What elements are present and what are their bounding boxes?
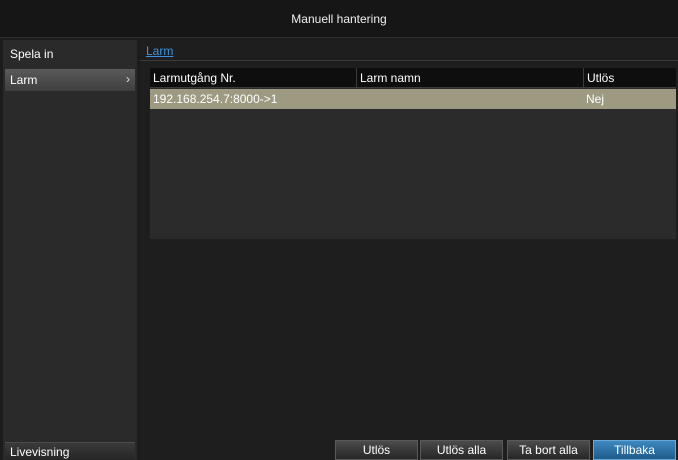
cell-output-no: 192.168.254.7:8000->1 — [153, 92, 278, 106]
main-panel: Larm Larmutgång Nr. Larm namn Utlös 192.… — [140, 40, 678, 460]
cell-trigger: Nej — [586, 92, 605, 106]
window-title: Manuell hantering — [0, 0, 678, 38]
sidebar-item-label: Larm — [10, 73, 38, 87]
table-row[interactable]: 192.168.254.7:8000->1 Nej — [150, 89, 676, 109]
column-header-alarm-name[interactable]: Larm namn — [356, 68, 583, 88]
sidebar-item-record[interactable]: Spela in — [5, 43, 135, 65]
clear-all-button[interactable]: Ta bort alla — [507, 440, 590, 460]
divider — [140, 60, 678, 61]
alarm-output-table: Larmutgång Nr. Larm namn Utlös 192.168.2… — [150, 68, 676, 239]
cell-alarm-name — [356, 89, 583, 109]
chevron-right-icon: › — [126, 72, 130, 86]
table-header: Larmutgång Nr. Larm namn Utlös — [150, 68, 676, 88]
live-view-button[interactable]: Livevisning — [5, 442, 135, 460]
trigger-all-button[interactable]: Utlös alla — [420, 440, 503, 460]
sidebar-item-label: Spela in — [10, 47, 54, 61]
sidebar: Spela in Larm › Livevisning — [3, 40, 137, 460]
manual-control-window: Manuell hantering Spela in Larm › Livevi… — [0, 0, 678, 460]
sidebar-item-alarm[interactable]: Larm › — [5, 69, 135, 91]
column-header-trigger[interactable]: Utlös — [583, 68, 676, 88]
column-header-output-no[interactable]: Larmutgång Nr. — [150, 68, 356, 88]
trigger-button[interactable]: Utlös — [335, 440, 418, 460]
back-button[interactable]: Tillbaka — [593, 440, 676, 460]
